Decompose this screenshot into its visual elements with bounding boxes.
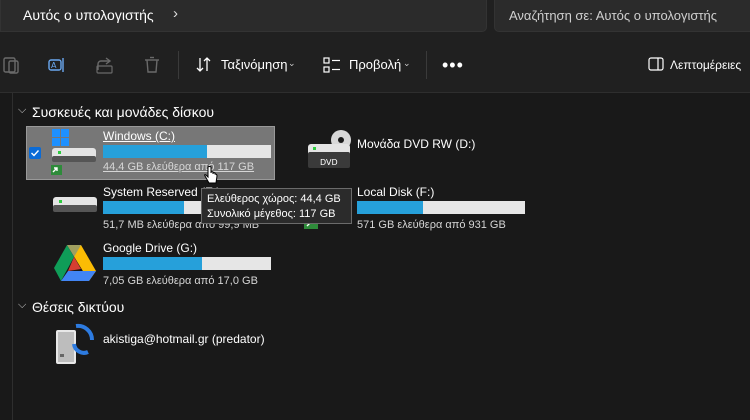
details-label: Λεπτομέρειες bbox=[670, 58, 742, 72]
chevron-down-icon[interactable]: ⌵ bbox=[18, 104, 26, 117]
group-header-network[interactable]: ⌵ Θέσεις δικτύου bbox=[18, 299, 125, 315]
paste-icon[interactable] bbox=[2, 55, 22, 75]
delete-icon[interactable] bbox=[142, 55, 162, 75]
drive-name: Google Drive (G:) bbox=[103, 241, 198, 255]
dvd-badge: DVD bbox=[320, 158, 338, 167]
network-location-icon[interactable] bbox=[54, 322, 98, 368]
drive-d[interactable]: Μονάδα DVD RW (D:) bbox=[357, 137, 527, 157]
storage-bar-fill bbox=[103, 145, 208, 158]
storage-bar-fill bbox=[103, 257, 203, 270]
dvd-drive-icon[interactable]: DVD bbox=[306, 128, 354, 174]
hand-cursor-icon bbox=[204, 166, 218, 184]
drive-free-space: 571 GB ελεύθερα από 931 GB bbox=[357, 219, 506, 231]
details-pane-icon bbox=[648, 57, 664, 71]
drive-free-space: 44,4 GB ελεύθερα από 117 GB bbox=[103, 161, 255, 173]
drive-c[interactable]: Windows (C:) 44,4 GB ελεύθερα από 117 GB bbox=[103, 129, 273, 177]
view-label: Προβολή bbox=[349, 57, 402, 72]
chevron-down-icon: ⌄ bbox=[288, 58, 296, 68]
search-input[interactable]: Αναζήτηση σε: Αυτός ο υπολογιστής bbox=[509, 8, 745, 23]
storage-bar bbox=[357, 201, 525, 214]
drive-name: Local Disk (F:) bbox=[357, 185, 435, 199]
sort-button[interactable]: Ταξινόμηση ⌄ bbox=[194, 55, 298, 75]
breadcrumb-chevron-icon[interactable]: › bbox=[173, 5, 178, 22]
toolbar-divider bbox=[426, 51, 427, 79]
drive-f[interactable]: Local Disk (F:) 571 GB ελεύθερα από 931 … bbox=[357, 185, 527, 233]
more-options-button[interactable]: ••• bbox=[442, 55, 464, 76]
svg-text:A: A bbox=[51, 61, 57, 70]
hard-drive-icon[interactable] bbox=[52, 192, 98, 222]
selection-checkbox[interactable] bbox=[29, 147, 41, 159]
sort-icon bbox=[196, 57, 211, 72]
checkmark-icon bbox=[31, 150, 40, 157]
network-location-name: akistiga@hotmail.gr (predator) bbox=[103, 332, 265, 346]
storage-bar-fill bbox=[103, 201, 184, 214]
toolbar-divider bbox=[178, 51, 179, 79]
storage-bar bbox=[103, 257, 271, 270]
drive-name: Windows (C:) bbox=[103, 129, 176, 143]
sort-label: Ταξινόμηση bbox=[221, 57, 288, 72]
breadcrumb[interactable]: Αυτός ο υπολογιστής bbox=[23, 7, 154, 23]
view-button[interactable]: Προβολή ⌄ bbox=[322, 55, 414, 75]
chevron-down-icon: ⌄ bbox=[403, 58, 411, 68]
storage-bar bbox=[103, 145, 271, 158]
command-bar: A Ταξινόμηση ⌄ Προβολή ⌄ ••• Λεπτομέρειε… bbox=[0, 38, 750, 93]
address-bar[interactable]: Αυτός ο υπολογιστής › bbox=[0, 0, 487, 32]
storage-bar-fill bbox=[357, 201, 423, 214]
google-drive-icon[interactable] bbox=[52, 243, 98, 283]
windows-drive-icon[interactable] bbox=[50, 128, 98, 176]
drive-g[interactable]: Google Drive (G:) 7,05 GB ελεύθερα από 1… bbox=[103, 241, 273, 289]
drive-name: Μονάδα DVD RW (D:) bbox=[357, 137, 476, 151]
view-icon bbox=[323, 57, 340, 73]
chevron-down-icon[interactable]: ⌵ bbox=[18, 299, 26, 312]
share-icon[interactable] bbox=[95, 55, 115, 75]
group-header-devices[interactable]: ⌵ Συσκευές και μονάδες δίσκου bbox=[18, 104, 215, 120]
drive-free-space: 7,05 GB ελεύθερα από 17,0 GB bbox=[103, 275, 258, 287]
group-header-label: Θέσεις δικτύου bbox=[32, 299, 125, 315]
title-bar: Αυτός ο υπολογιστής › Αναζήτηση σε: Αυτό… bbox=[0, 0, 750, 38]
search-box[interactable]: Αναζήτηση σε: Αυτός ο υπολογιστής bbox=[494, 0, 750, 32]
group-header-label: Συσκευές και μονάδες δίσκου bbox=[32, 104, 215, 120]
rename-icon[interactable]: A bbox=[47, 55, 67, 75]
drive-tooltip: Ελεύθερος χώρος: 44,4 GB Συνολικό μέγεθο… bbox=[201, 188, 352, 224]
tooltip-free-space: Ελεύθερος χώρος: 44,4 GB bbox=[207, 193, 341, 205]
tooltip-total-size: Συνολικό μέγεθος: 117 GB bbox=[207, 208, 336, 220]
network-location-item[interactable]: akistiga@hotmail.gr (predator) bbox=[103, 332, 303, 352]
